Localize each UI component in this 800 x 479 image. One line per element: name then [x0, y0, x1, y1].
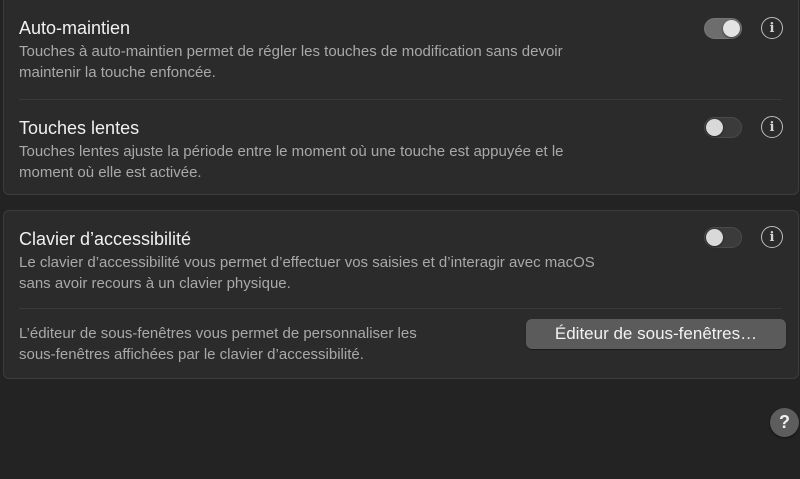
panel-editor-description-line2: sous-fenêtres affichées par le clavier d… — [19, 346, 364, 363]
toggle-knob — [723, 20, 740, 37]
panel-editor-description: L’éditeur de sous-fenêtres vous permet d… — [19, 323, 499, 365]
info-icon[interactable]: i — [761, 116, 783, 138]
sticky-keys-description-line2: maintenir la touche enfoncée. — [19, 64, 216, 81]
accessibility-keyboard-settings: Auto-maintien Touches à auto-maintien pe… — [0, 0, 800, 479]
panel-editor-button[interactable]: Éditeur de sous-fenêtres… — [526, 319, 786, 349]
question-mark-icon: ? — [779, 412, 790, 432]
toggle-knob — [706, 229, 723, 246]
slow-keys-toggle[interactable] — [704, 117, 742, 138]
slow-keys-description-line1: Touches lentes ajuste la période entre l… — [19, 143, 564, 160]
sticky-keys-description-line1: Touches à auto-maintien permet de régler… — [19, 43, 563, 60]
slow-keys-description-line2: moment où elle est activée. — [19, 164, 202, 181]
panel-editor-description-line1: L’éditeur de sous-fenêtres vous permet d… — [19, 325, 417, 342]
sticky-keys-title: Auto-maintien — [19, 18, 131, 38]
divider — [19, 99, 782, 100]
sticky-keys-description: Touches à auto-maintien permet de régler… — [19, 41, 709, 83]
accessibility-keyboard-description-line2: sans avoir recours à un clavier physique… — [19, 275, 291, 292]
accessibility-keyboard-toggle[interactable] — [704, 227, 742, 248]
slow-keys-title: Touches lentes — [19, 118, 140, 138]
divider — [19, 308, 782, 309]
help-button[interactable]: ? — [770, 408, 799, 437]
accessibility-keyboard-title: Clavier d’accessibilité — [19, 229, 192, 249]
accessibility-keyboard-description-line1: Le clavier d’accessibilité vous permet d… — [19, 254, 595, 271]
info-icon[interactable]: i — [761, 226, 783, 248]
slow-keys-description: Touches lentes ajuste la période entre l… — [19, 141, 709, 183]
keyboard-options-group: Auto-maintien Touches à auto-maintien pe… — [3, 0, 799, 195]
accessibility-keyboard-group: Clavier d’accessibilité Le clavier d’acc… — [3, 210, 799, 379]
info-icon[interactable]: i — [761, 17, 783, 39]
sticky-keys-toggle[interactable] — [704, 18, 742, 39]
toggle-knob — [706, 119, 723, 136]
accessibility-keyboard-description: Le clavier d’accessibilité vous permet d… — [19, 252, 709, 294]
